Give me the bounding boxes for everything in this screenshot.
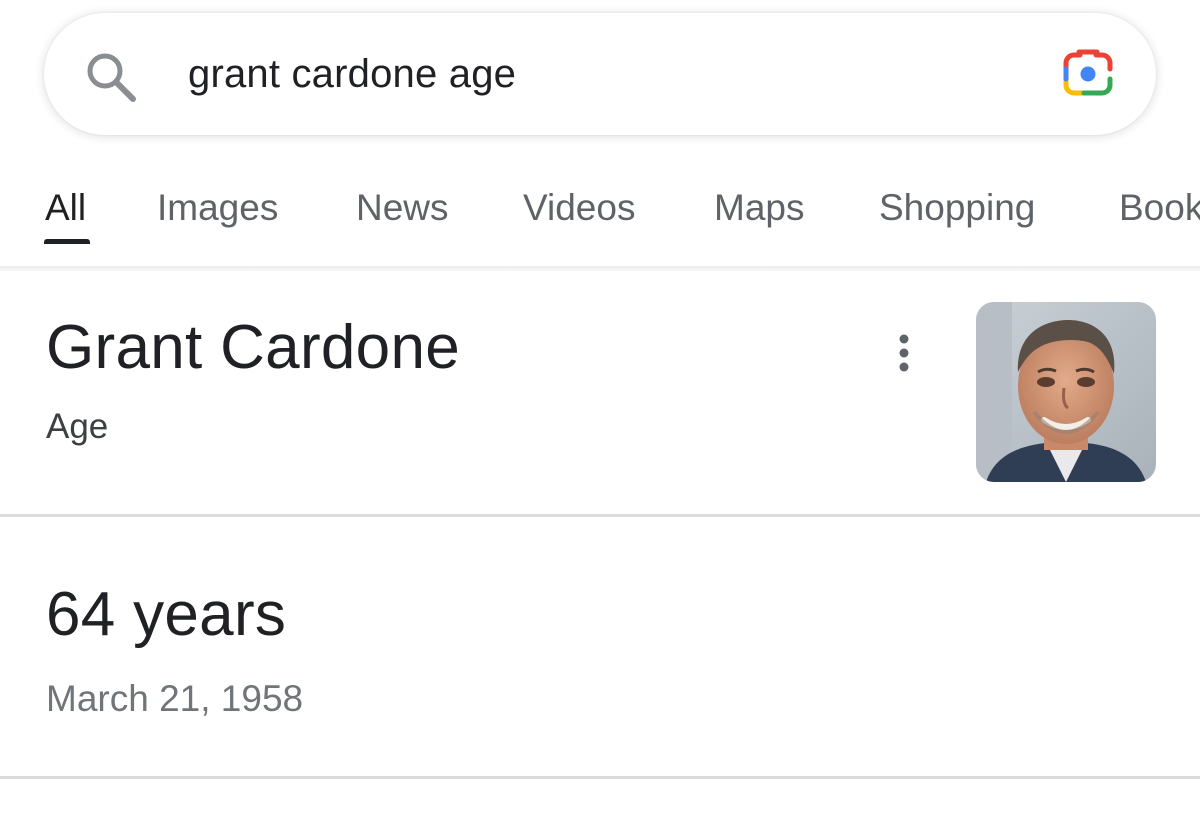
active-tab-indicator: [44, 239, 90, 244]
entity-avatar[interactable]: [976, 302, 1156, 482]
birth-date: March 21, 1958: [46, 678, 304, 719]
tab-videos[interactable]: Videos: [523, 186, 635, 230]
search-input[interactable]: grant cardone age: [188, 50, 516, 98]
tab-maps[interactable]: Maps: [714, 186, 804, 230]
tabs-divider: [0, 266, 1200, 271]
section-divider: [0, 514, 1200, 517]
more-vert-icon[interactable]: [888, 332, 920, 376]
google-lens-icon[interactable]: [1058, 47, 1118, 101]
answer-value: 64 years: [46, 580, 287, 649]
tab-images[interactable]: Images: [157, 186, 278, 230]
person-photo-icon: [976, 302, 1156, 482]
entity-subtitle: Age: [46, 407, 109, 446]
entity-title: Grant Cardone: [46, 313, 461, 382]
search-icon[interactable]: [84, 50, 138, 104]
tab-all[interactable]: All: [45, 186, 86, 230]
tab-shopping[interactable]: Shopping: [879, 186, 1035, 230]
search-tabs: All Images News Videos Maps Shopping Boo…: [0, 180, 1200, 268]
tab-news[interactable]: News: [356, 186, 449, 230]
search-results-page: grant cardone age All Images News Videos…: [0, 0, 1200, 815]
tab-books[interactable]: Books: [1119, 186, 1200, 230]
section-divider: [0, 776, 1200, 779]
